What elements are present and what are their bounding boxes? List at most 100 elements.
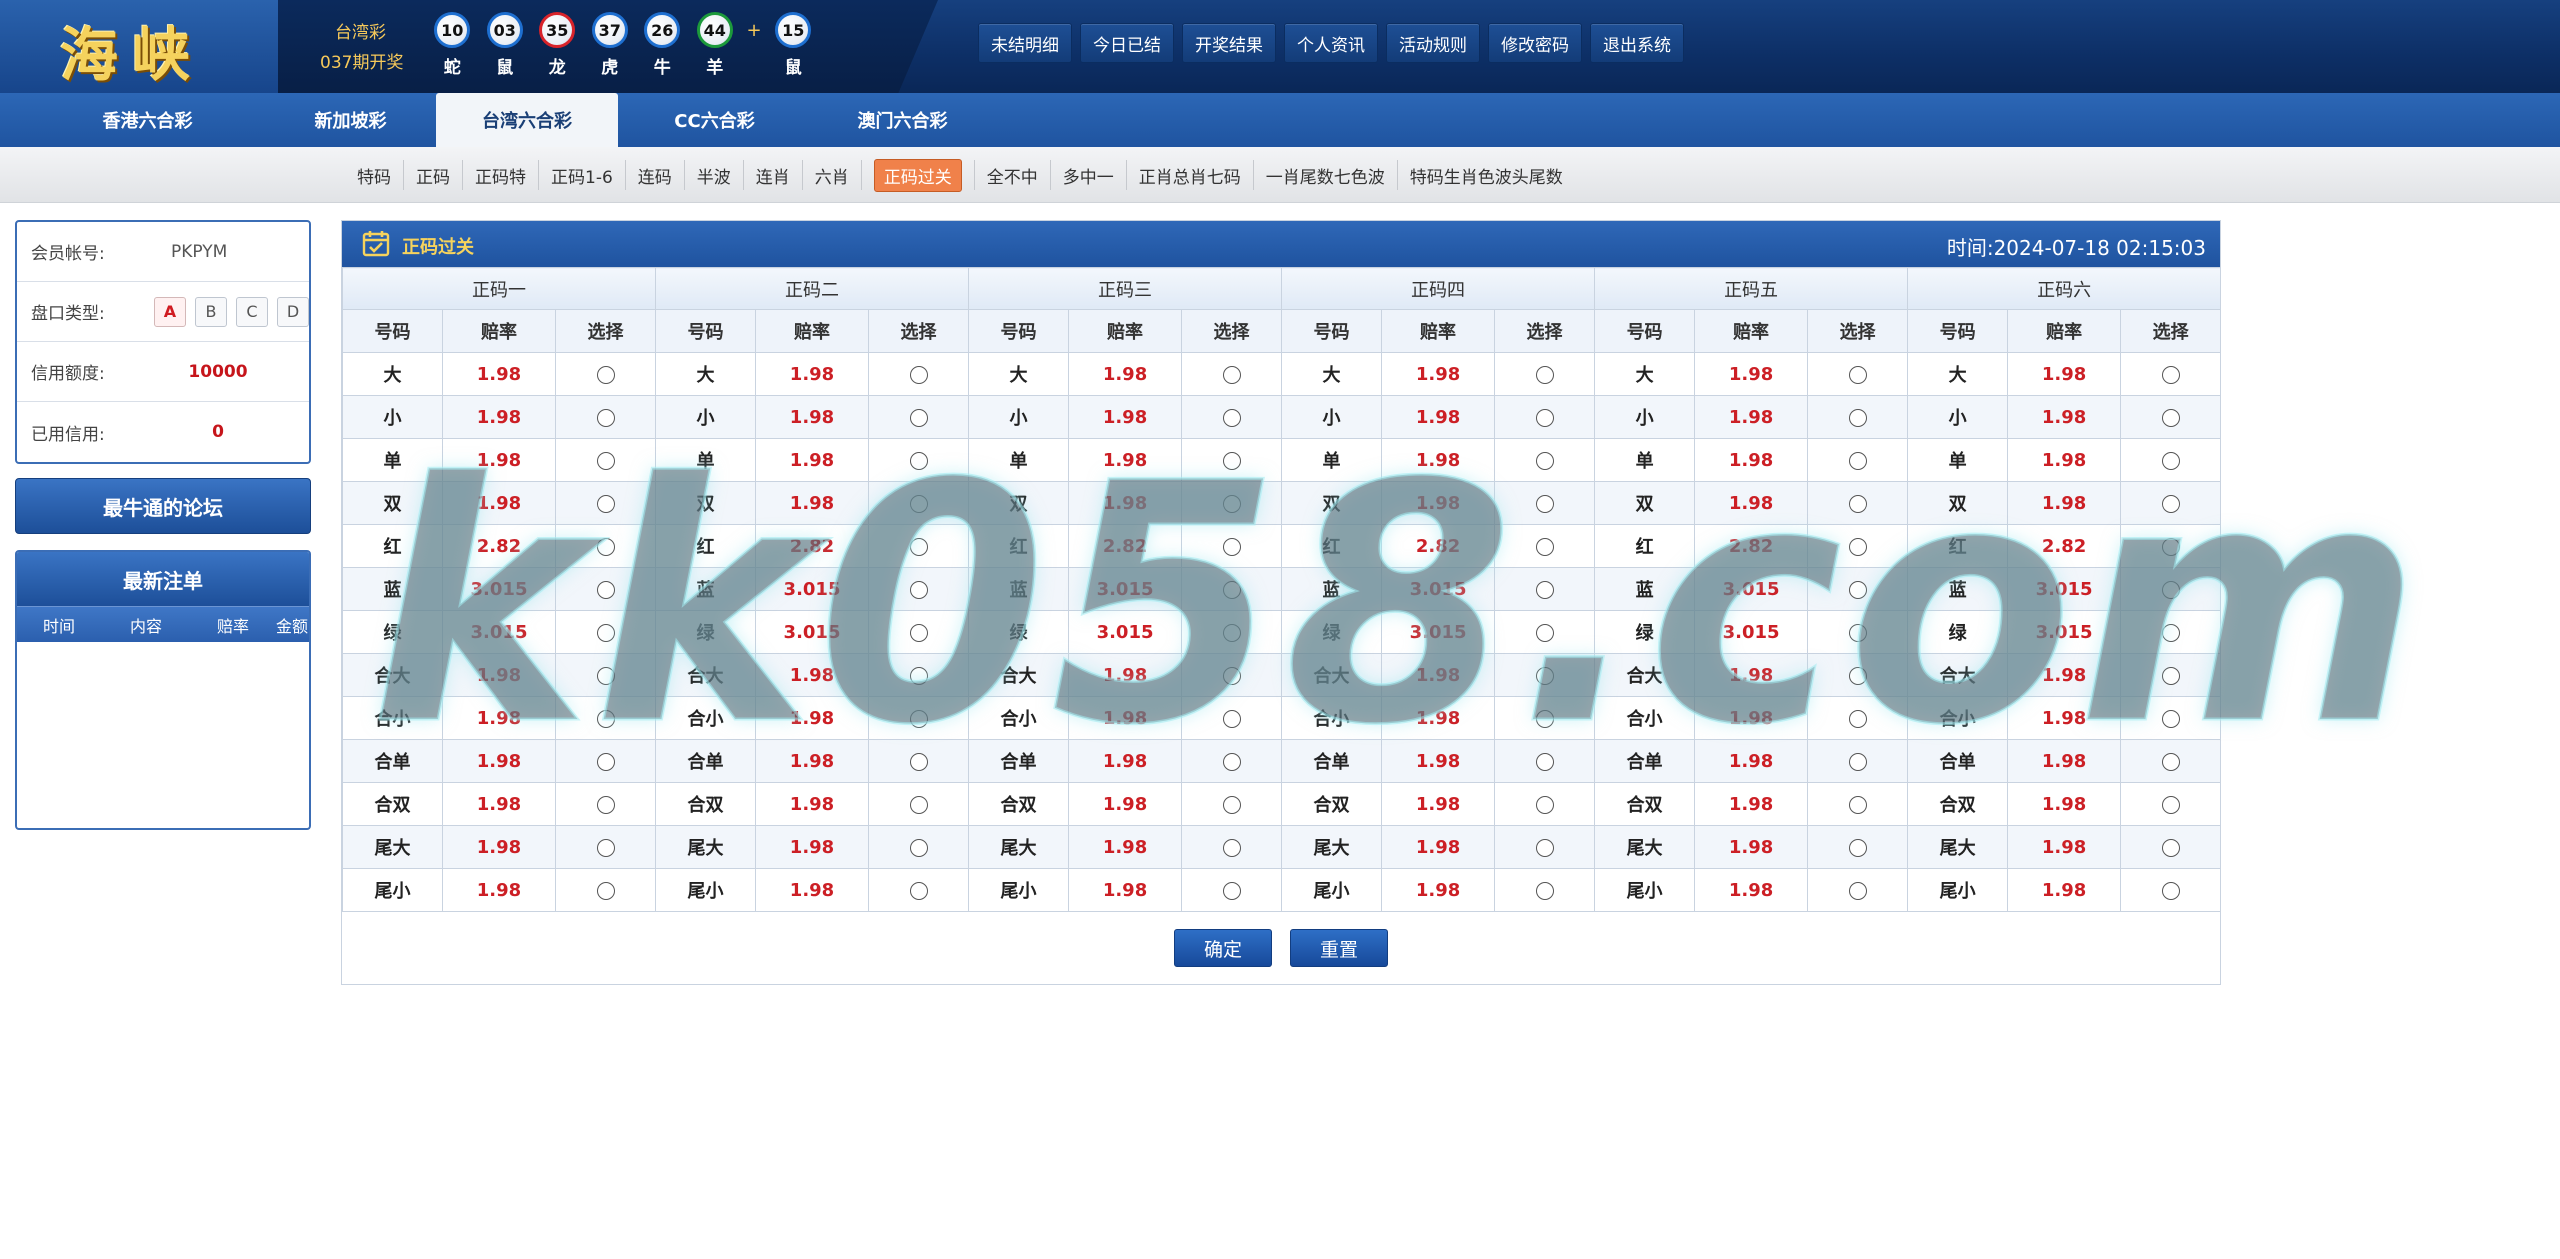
- bet-radio[interactable]: [2161, 580, 2180, 599]
- bet-radio[interactable]: [909, 709, 928, 728]
- bet-type-tab-11[interactable]: 多中一: [1051, 160, 1127, 190]
- top-nav-button-5[interactable]: 活动规则: [1386, 23, 1480, 63]
- bet-radio[interactable]: [1222, 623, 1241, 642]
- bet-type-tab-10[interactable]: 全不中: [975, 160, 1051, 190]
- bet-radio[interactable]: [596, 408, 615, 427]
- bet-radio[interactable]: [1848, 494, 1867, 513]
- bet-radio[interactable]: [1222, 537, 1241, 556]
- bet-radio[interactable]: [1535, 537, 1554, 556]
- bet-radio[interactable]: [1848, 709, 1867, 728]
- bet-type-tab-8[interactable]: 六肖: [803, 160, 862, 190]
- top-nav-button-7[interactable]: 退出系统: [1590, 23, 1684, 63]
- bet-radio[interactable]: [1848, 408, 1867, 427]
- bet-radio[interactable]: [2161, 537, 2180, 556]
- bet-radio[interactable]: [1848, 666, 1867, 685]
- bet-radio[interactable]: [596, 494, 615, 513]
- bet-radio[interactable]: [909, 580, 928, 599]
- forum-button[interactable]: 最牛通的论坛: [15, 478, 311, 534]
- bet-radio[interactable]: [1222, 580, 1241, 599]
- bet-radio[interactable]: [1535, 365, 1554, 384]
- bet-radio[interactable]: [2161, 709, 2180, 728]
- bet-radio[interactable]: [1535, 451, 1554, 470]
- bet-radio[interactable]: [1848, 580, 1867, 599]
- lottery-tab-2[interactable]: 新加坡彩: [258, 93, 443, 147]
- bet-radio[interactable]: [596, 537, 615, 556]
- confirm-button[interactable]: 确定: [1174, 929, 1272, 967]
- bet-radio[interactable]: [1535, 881, 1554, 900]
- bet-radio[interactable]: [596, 795, 615, 814]
- bet-radio[interactable]: [909, 881, 928, 900]
- bet-type-tab-12[interactable]: 正肖总肖七码: [1127, 160, 1254, 190]
- bet-type-tab-6[interactable]: 半波: [685, 160, 744, 190]
- bet-radio[interactable]: [596, 752, 615, 771]
- lottery-tab-5[interactable]: 澳门六合彩: [810, 93, 995, 147]
- bet-type-tab-2[interactable]: 正码: [404, 160, 463, 190]
- bet-radio[interactable]: [1848, 752, 1867, 771]
- lottery-tab-1[interactable]: 香港六合彩: [55, 93, 240, 147]
- logo[interactable]: 海峡: [60, 8, 204, 92]
- top-nav-button-1[interactable]: 未结明细: [978, 23, 1072, 63]
- bet-radio[interactable]: [909, 623, 928, 642]
- bet-radio[interactable]: [2161, 838, 2180, 857]
- bet-radio[interactable]: [1535, 838, 1554, 857]
- pan-option-a[interactable]: A: [154, 296, 186, 327]
- bet-radio[interactable]: [2161, 666, 2180, 685]
- bet-radio[interactable]: [1535, 752, 1554, 771]
- bet-radio[interactable]: [596, 623, 615, 642]
- bet-radio[interactable]: [596, 365, 615, 384]
- bet-radio[interactable]: [1848, 881, 1867, 900]
- bet-radio[interactable]: [1222, 838, 1241, 857]
- bet-radio[interactable]: [909, 752, 928, 771]
- bet-radio[interactable]: [1848, 451, 1867, 470]
- bet-radio[interactable]: [1222, 752, 1241, 771]
- bet-radio[interactable]: [909, 795, 928, 814]
- bet-radio[interactable]: [2161, 365, 2180, 384]
- bet-type-tab-5[interactable]: 连码: [626, 160, 685, 190]
- bet-radio[interactable]: [909, 666, 928, 685]
- bet-radio[interactable]: [1222, 881, 1241, 900]
- bet-radio[interactable]: [2161, 494, 2180, 513]
- pan-option-c[interactable]: C: [236, 296, 268, 327]
- bet-radio[interactable]: [1535, 795, 1554, 814]
- bet-radio[interactable]: [1848, 365, 1867, 384]
- bet-radio[interactable]: [596, 580, 615, 599]
- bet-type-tab-3[interactable]: 正码特: [463, 160, 539, 190]
- bet-radio[interactable]: [1535, 623, 1554, 642]
- bet-radio[interactable]: [1848, 623, 1867, 642]
- top-nav-button-3[interactable]: 开奖结果: [1182, 23, 1276, 63]
- bet-radio[interactable]: [2161, 795, 2180, 814]
- bet-radio[interactable]: [1848, 537, 1867, 556]
- bet-radio[interactable]: [596, 881, 615, 900]
- bet-type-tab-13[interactable]: 一肖尾数七色波: [1254, 160, 1398, 190]
- bet-type-tab-4[interactable]: 正码1-6: [539, 160, 626, 190]
- bet-radio[interactable]: [596, 709, 615, 728]
- bet-radio[interactable]: [1222, 709, 1241, 728]
- top-nav-button-2[interactable]: 今日已结: [1080, 23, 1174, 63]
- bet-radio[interactable]: [909, 408, 928, 427]
- bet-type-tab-7[interactable]: 连肖: [744, 160, 803, 190]
- bet-radio[interactable]: [1535, 494, 1554, 513]
- top-nav-button-4[interactable]: 个人资讯: [1284, 23, 1378, 63]
- bet-radio[interactable]: [2161, 451, 2180, 470]
- bet-radio[interactable]: [1535, 580, 1554, 599]
- lottery-tab-3[interactable]: 台湾六合彩: [436, 93, 618, 147]
- bet-radio[interactable]: [1222, 494, 1241, 513]
- bet-type-tab-14[interactable]: 特码生肖色波头尾数: [1398, 160, 1575, 190]
- bet-radio[interactable]: [1535, 666, 1554, 685]
- bet-type-tab-1[interactable]: 特码: [345, 160, 404, 190]
- bet-radio[interactable]: [596, 451, 615, 470]
- top-nav-button-6[interactable]: 修改密码: [1488, 23, 1582, 63]
- bet-radio[interactable]: [1535, 709, 1554, 728]
- bet-radio[interactable]: [1222, 795, 1241, 814]
- bet-type-tab-9[interactable]: 正码过关: [862, 158, 975, 192]
- bet-radio[interactable]: [2161, 752, 2180, 771]
- pan-option-b[interactable]: B: [195, 296, 227, 327]
- bet-radio[interactable]: [1848, 838, 1867, 857]
- bet-radio[interactable]: [2161, 623, 2180, 642]
- bet-radio[interactable]: [909, 537, 928, 556]
- bet-radio[interactable]: [596, 838, 615, 857]
- bet-radio[interactable]: [1222, 451, 1241, 470]
- bet-radio[interactable]: [1848, 795, 1867, 814]
- bet-radio[interactable]: [909, 494, 928, 513]
- bet-radio[interactable]: [2161, 881, 2180, 900]
